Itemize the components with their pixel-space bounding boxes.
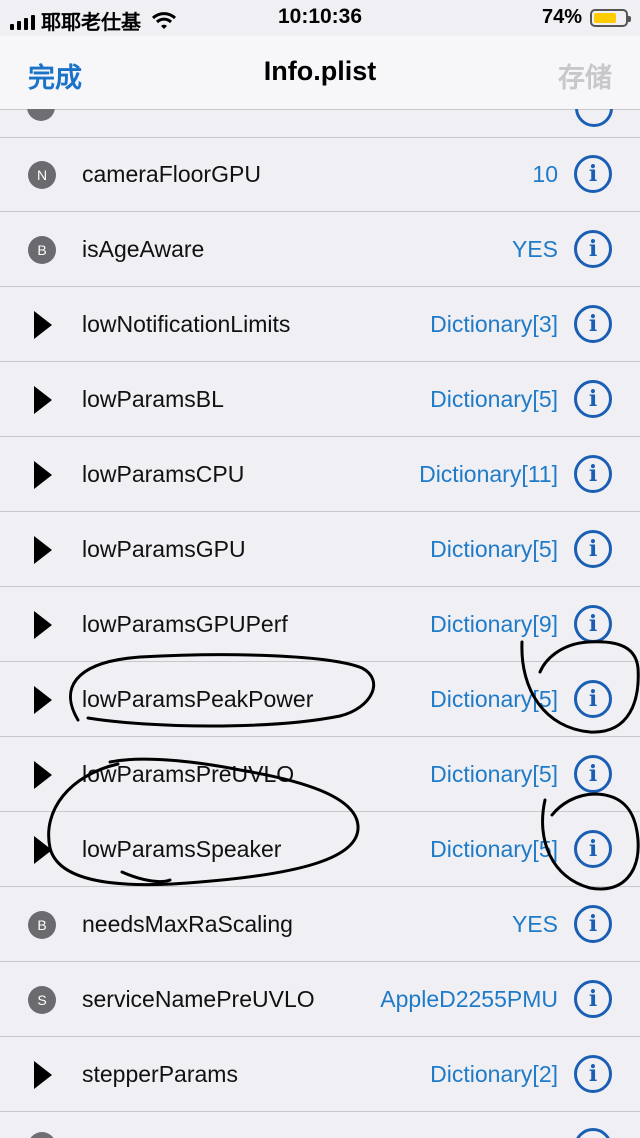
row-value: 10 — [532, 161, 558, 187]
battery-percentage: 74% — [541, 6, 582, 28]
row-value: Dictionary[11] — [419, 461, 558, 487]
disclosure-triangle-icon[interactable] — [34, 1061, 52, 1089]
disclosure-triangle-icon[interactable] — [34, 686, 52, 714]
partial-row-bottom — [0, 1114, 640, 1138]
row-key: stepperParams — [82, 1061, 238, 1087]
row-key: lowParamsPeakPower — [82, 686, 314, 712]
partial-row-top — [0, 109, 640, 138]
row-key: serviceNamePreUVLO — [82, 986, 315, 1012]
info-icon[interactable]: i — [574, 530, 612, 568]
info-icon[interactable]: i — [574, 1055, 612, 1093]
row-key: needsMaxRaScaling — [82, 911, 293, 937]
row-value: Dictionary[5] — [430, 761, 558, 787]
status-bar: 耶耶老仕基 10:10:36 74% — [0, 0, 640, 36]
list-item[interactable]: lowParamsPeakPower Dictionary[5] i — [0, 662, 640, 737]
disclosure-triangle-icon[interactable] — [34, 461, 52, 489]
info-icon[interactable]: i — [574, 605, 612, 643]
disclosure-triangle-icon[interactable] — [34, 611, 52, 639]
list-item[interactable]: lowParamsGPUPerf Dictionary[9] i — [0, 587, 640, 662]
boolean-badge-icon: B — [28, 911, 56, 939]
disclosure-triangle-icon[interactable] — [34, 536, 52, 564]
info-icon[interactable]: i — [574, 230, 612, 268]
row-key: cameraFloorGPU — [82, 161, 261, 187]
list-item[interactable]: BneedsMaxRaScaling YES i — [0, 887, 640, 962]
info-icon[interactable]: i — [574, 680, 612, 718]
row-key: isAgeAware — [82, 236, 205, 262]
list-item[interactable]: lowParamsCPU Dictionary[11] i — [0, 437, 640, 512]
row-value: Dictionary[5] — [430, 836, 558, 862]
disclosure-triangle-icon[interactable] — [34, 836, 52, 864]
info-icon[interactable]: i — [574, 980, 612, 1018]
row-value: AppleD2255PMU — [380, 986, 558, 1012]
row-value: YES — [511, 911, 558, 937]
list-item[interactable]: lowParamsPreUVLO Dictionary[5] i — [0, 737, 640, 812]
row-key: lowParamsGPU — [82, 536, 246, 562]
battery-fill — [594, 12, 616, 23]
list-item[interactable]: stepperParams Dictionary[2] i — [0, 1037, 640, 1112]
info-icon[interactable]: i — [574, 455, 612, 493]
row-value: Dictionary[5] — [430, 536, 558, 562]
page-title: Info.plist — [263, 56, 377, 86]
list-item[interactable]: lowNotificationLimits Dictionary[3] i — [0, 287, 640, 362]
row-value: Dictionary[3] — [430, 311, 558, 337]
info-icon[interactable] — [574, 1128, 612, 1138]
list-item[interactable]: BisAgeAware YES i — [0, 212, 640, 287]
row-key: lowParamsBL — [82, 386, 224, 412]
battery-icon — [590, 8, 631, 27]
boolean-badge-icon: B — [28, 236, 56, 264]
list-item[interactable]: SserviceNamePreUVLO AppleD2255PMU i — [0, 962, 640, 1037]
type-badge-icon — [27, 109, 55, 121]
info-icon[interactable]: i — [574, 380, 612, 418]
number-badge-icon: N — [28, 161, 56, 189]
info-icon[interactable]: i — [574, 755, 612, 793]
type-badge-icon — [28, 1132, 56, 1138]
row-value: Dictionary[5] — [430, 386, 558, 412]
status-right: 74% — [541, 6, 631, 29]
row-value: YES — [511, 236, 558, 262]
info-icon[interactable] — [575, 109, 613, 127]
info-icon[interactable]: i — [574, 830, 612, 868]
row-key: lowParamsGPUPerf — [82, 611, 288, 637]
row-key: lowNotificationLimits — [82, 311, 291, 337]
info-icon[interactable]: i — [574, 305, 612, 343]
list-item[interactable]: NcameraFloorGPU 10 i — [0, 137, 640, 212]
row-key: lowParamsPreUVLO — [82, 761, 295, 787]
disclosure-triangle-icon[interactable] — [34, 761, 52, 789]
row-value: Dictionary[9] — [430, 611, 558, 637]
list-item[interactable]: lowParamsGPU Dictionary[5] i — [0, 512, 640, 587]
info-icon[interactable]: i — [574, 155, 612, 193]
disclosure-triangle-icon[interactable] — [34, 311, 52, 339]
save-button[interactable]: 存储 — [558, 56, 612, 95]
row-key: lowParamsSpeaker — [82, 836, 282, 862]
disclosure-triangle-icon[interactable] — [34, 386, 52, 414]
list-item[interactable]: lowParamsBL Dictionary[5] i — [0, 362, 640, 437]
row-value: Dictionary[2] — [430, 1061, 558, 1087]
row-key: lowParamsCPU — [82, 461, 245, 487]
list-item[interactable]: lowParamsSpeaker Dictionary[5] i — [0, 812, 640, 887]
navigation-bar: 完成 Info.plist 存储 — [0, 36, 640, 110]
info-icon[interactable]: i — [574, 905, 612, 943]
string-badge-icon: S — [28, 986, 56, 1014]
row-value: Dictionary[5] — [430, 686, 558, 712]
